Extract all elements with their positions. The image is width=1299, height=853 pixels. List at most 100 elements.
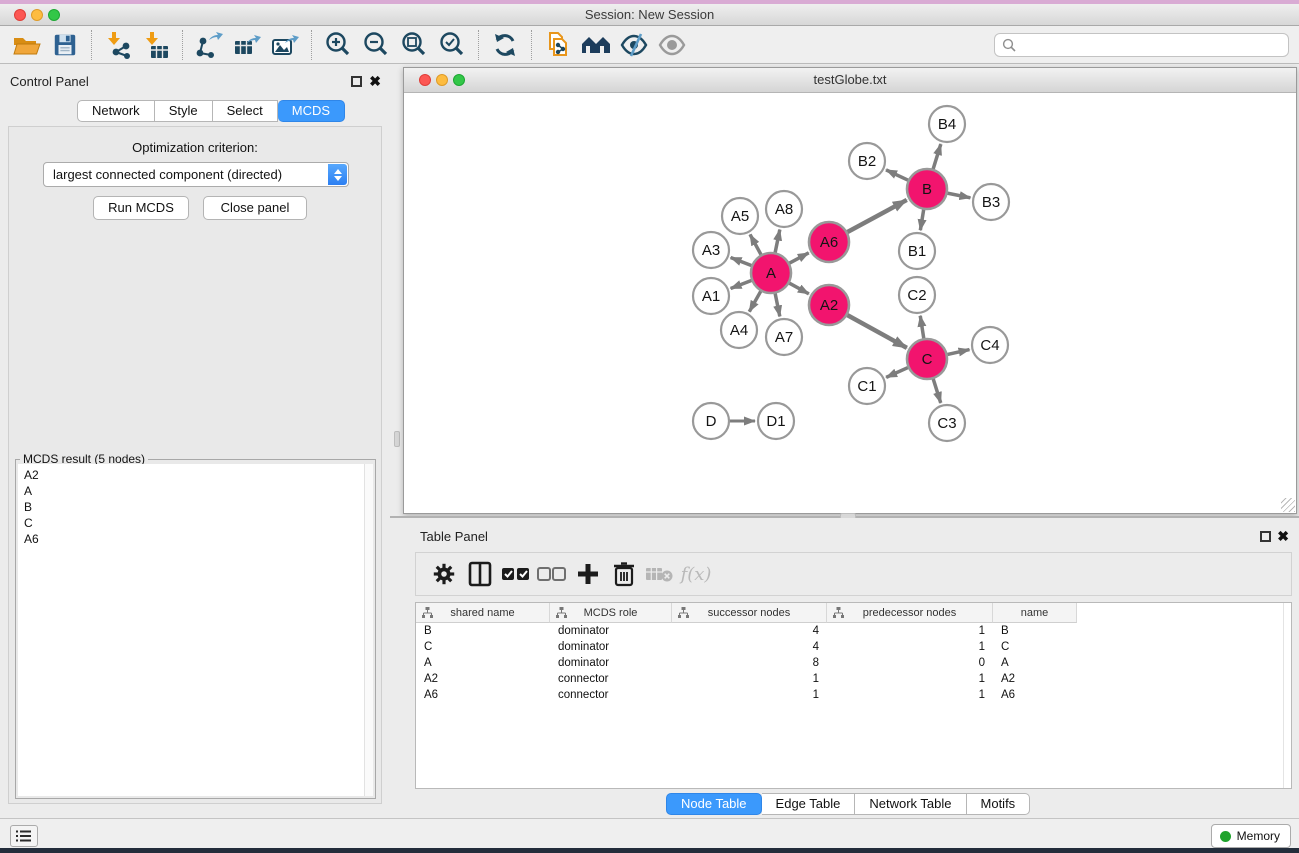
graph-node-D1[interactable]: D1 xyxy=(758,403,794,439)
close-window-button[interactable] xyxy=(14,9,26,21)
run-mcds-button[interactable]: Run MCDS xyxy=(93,196,189,220)
zoom-out-icon[interactable] xyxy=(357,29,395,61)
graph-edge-B-B2[interactable] xyxy=(886,170,909,181)
birdseye-view-icon[interactable] xyxy=(653,29,691,61)
add-column-icon[interactable] xyxy=(570,557,606,591)
mcds-result-list[interactable]: A2ABCA6 xyxy=(18,464,366,796)
tab-node-table[interactable]: Node Table xyxy=(666,793,762,815)
graph-edge-C-C3[interactable] xyxy=(933,378,941,403)
column-header-shared-name[interactable]: shared name xyxy=(416,603,550,623)
graph-node-A4[interactable]: A4 xyxy=(721,312,757,348)
graph-node-C3[interactable]: C3 xyxy=(929,405,965,441)
tab-style[interactable]: Style xyxy=(155,100,213,122)
graph-edge-A-A7[interactable] xyxy=(775,293,780,317)
graph-node-A3[interactable]: A3 xyxy=(693,232,729,268)
mcds-result-item[interactable]: C xyxy=(24,515,366,531)
table-row[interactable]: A2connector11A2 xyxy=(416,671,1291,687)
save-session-icon[interactable] xyxy=(46,29,84,61)
graph-node-C2[interactable]: C2 xyxy=(899,277,935,313)
graph-node-A2[interactable]: A2 xyxy=(809,285,849,325)
network-graph[interactable]: B4B2BB3A8A5A6A3B1AA1C2A2A4A7C4CC1C3DD1 xyxy=(404,93,1296,513)
function-builder-icon[interactable]: f(x) xyxy=(678,557,714,591)
optimization-criterion-select[interactable]: largest connected component (directed) xyxy=(43,162,349,187)
toggle-graphics-details-icon[interactable] xyxy=(615,29,653,61)
show-all-networks-icon[interactable] xyxy=(577,29,615,61)
graph-edge-B-B4[interactable] xyxy=(933,144,941,170)
graph-node-B1[interactable]: B1 xyxy=(899,233,935,269)
graph-edge-A-A3[interactable] xyxy=(731,258,753,266)
graph-node-A6[interactable]: A6 xyxy=(809,222,849,262)
settings-gear-icon[interactable] xyxy=(426,557,462,591)
export-network-icon[interactable] xyxy=(190,29,228,61)
graph-node-D[interactable]: D xyxy=(693,403,729,439)
column-header-name[interactable]: name xyxy=(993,603,1077,623)
delete-column-icon[interactable] xyxy=(606,557,642,591)
float-table-panel-icon[interactable] xyxy=(1260,531,1271,542)
export-image-icon[interactable] xyxy=(266,29,304,61)
zoom-fit-icon[interactable] xyxy=(395,29,433,61)
import-table-icon[interactable] xyxy=(137,29,175,61)
column-header-predecessor-nodes[interactable]: predecessor nodes xyxy=(827,603,993,623)
column-layout-icon[interactable] xyxy=(462,557,498,591)
tab-network[interactable]: Network xyxy=(77,100,155,122)
table-row[interactable]: A6connector11A6 xyxy=(416,687,1291,703)
graph-edge-C-C4[interactable] xyxy=(947,350,970,355)
tab-edge-table[interactable]: Edge Table xyxy=(762,793,856,815)
graph-edge-A-A8[interactable] xyxy=(775,230,780,254)
network-resize-grip[interactable] xyxy=(1281,498,1295,512)
network-close-button[interactable] xyxy=(419,74,431,86)
graph-node-C1[interactable]: C1 xyxy=(849,368,885,404)
close-panel-button[interactable]: Close panel xyxy=(203,196,307,220)
mcds-result-item[interactable]: A6 xyxy=(24,531,366,547)
table-row[interactable]: Cdominator41C xyxy=(416,639,1291,655)
task-history-button[interactable] xyxy=(10,825,38,847)
tab-motifs[interactable]: Motifs xyxy=(967,793,1031,815)
search-box[interactable] xyxy=(994,33,1289,57)
tab-network-table[interactable]: Network Table xyxy=(855,793,966,815)
mcds-result-item[interactable]: B xyxy=(24,499,366,515)
graph-node-A1[interactable]: A1 xyxy=(693,278,729,314)
graph-edge-A6-B[interactable] xyxy=(847,200,907,233)
network-canvas[interactable]: B4B2BB3A8A5A6A3B1AA1C2A2A4A7C4CC1C3DD1 xyxy=(404,93,1296,513)
node-table[interactable]: shared nameMCDS rolesuccessor nodesprede… xyxy=(415,602,1292,789)
graph-edge-A-A5[interactable] xyxy=(750,234,761,255)
maximize-window-button[interactable] xyxy=(48,9,60,21)
refresh-icon[interactable] xyxy=(486,29,524,61)
delete-table-icon[interactable] xyxy=(642,557,678,591)
zoom-in-icon[interactable] xyxy=(319,29,357,61)
mcds-result-item[interactable]: A xyxy=(24,483,366,499)
graph-node-A[interactable]: A xyxy=(751,253,791,293)
close-panel-icon[interactable]: ✖ xyxy=(369,73,381,90)
graph-edge-C-C2[interactable] xyxy=(920,316,924,339)
mcds-result-scrollbar[interactable] xyxy=(364,464,373,796)
deselect-all-icon[interactable] xyxy=(534,557,570,591)
open-file-icon[interactable] xyxy=(8,29,46,61)
column-header-MCDS-role[interactable]: MCDS role xyxy=(550,603,672,623)
float-panel-icon[interactable] xyxy=(351,76,362,87)
graph-node-C[interactable]: C xyxy=(907,339,947,379)
network-maximize-button[interactable] xyxy=(453,74,465,86)
graph-edge-A-A4[interactable] xyxy=(749,290,761,311)
graph-node-A5[interactable]: A5 xyxy=(722,198,758,234)
graph-edge-A-A6[interactable] xyxy=(789,253,809,264)
graph-edge-B-B3[interactable] xyxy=(947,193,971,198)
search-input[interactable] xyxy=(1020,35,1288,55)
vertical-splitter-grip[interactable] xyxy=(394,431,400,447)
graph-node-B3[interactable]: B3 xyxy=(973,184,1009,220)
graph-edge-A-A1[interactable] xyxy=(731,280,753,288)
graph-node-B[interactable]: B xyxy=(907,169,947,209)
mcds-result-item[interactable]: A2 xyxy=(24,467,366,483)
memory-button[interactable]: Memory xyxy=(1211,824,1291,848)
graph-edge-A2-C[interactable] xyxy=(847,315,907,348)
table-row[interactable]: Bdominator41B xyxy=(416,623,1291,639)
graph-node-A7[interactable]: A7 xyxy=(766,319,802,355)
table-row[interactable]: Adominator80A xyxy=(416,655,1291,671)
tab-select[interactable]: Select xyxy=(213,100,278,122)
tab-mcds[interactable]: MCDS xyxy=(278,100,345,122)
graph-node-B2[interactable]: B2 xyxy=(849,143,885,179)
select-all-checked-icon[interactable] xyxy=(498,557,534,591)
graph-node-B4[interactable]: B4 xyxy=(929,106,965,142)
minimize-window-button[interactable] xyxy=(31,9,43,21)
graph-edge-A-A2[interactable] xyxy=(789,283,809,294)
export-table-icon[interactable] xyxy=(228,29,266,61)
